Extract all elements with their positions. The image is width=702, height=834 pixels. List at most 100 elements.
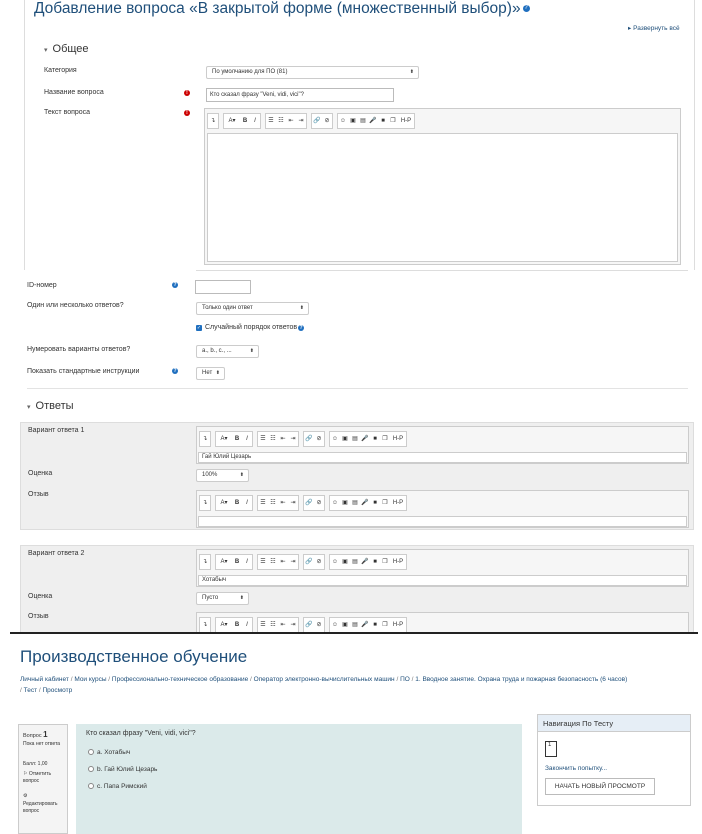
link-icon[interactable]: 🔗 xyxy=(312,114,322,128)
radio-button[interactable] xyxy=(88,766,94,773)
emoji-icon[interactable]: ☺ xyxy=(330,496,340,510)
bold-icon[interactable]: B xyxy=(232,432,242,446)
bold-icon[interactable]: B xyxy=(232,496,242,510)
unlink-icon[interactable]: ⊘ xyxy=(314,496,324,510)
bullet-list-icon[interactable]: ☰ xyxy=(258,496,268,510)
finish-attempt-link[interactable]: Закончить попытку... xyxy=(545,765,607,772)
record-audio-icon[interactable]: 🎤 xyxy=(360,618,370,632)
numbered-list-icon[interactable]: ☷ xyxy=(276,114,286,128)
question-name-input[interactable]: Кто сказал фразу "Veni, vidi, vici"? xyxy=(206,88,394,102)
flag-question[interactable]: ⚐ Отметить вопрос xyxy=(23,771,67,785)
link-icon[interactable]: 🔗 xyxy=(304,555,314,569)
expand-icon[interactable]: ↴ xyxy=(200,555,210,569)
record-video-icon[interactable]: ■ xyxy=(370,618,380,632)
bold-icon[interactable]: B xyxy=(240,114,250,128)
expand-all-link[interactable]: ▸ Развернуть всё xyxy=(628,24,680,32)
italic-icon[interactable]: I xyxy=(242,618,252,632)
breadcrumb-item[interactable]: Тест xyxy=(24,687,37,694)
font-icon[interactable]: A▾ xyxy=(216,555,232,569)
question-nav-button[interactable]: 1 xyxy=(545,741,557,757)
media-icon[interactable]: ▤ xyxy=(358,114,368,128)
font-icon[interactable]: A▾ xyxy=(216,432,232,446)
link-icon[interactable]: 🔗 xyxy=(304,496,314,510)
outdent-icon[interactable]: ⇤ xyxy=(278,496,288,510)
indent-icon[interactable]: ⇥ xyxy=(296,114,306,128)
breadcrumb-item[interactable]: Личный кабинет xyxy=(20,676,69,683)
media-icon[interactable]: ▤ xyxy=(350,555,360,569)
numbered-list-icon[interactable]: ☷ xyxy=(268,496,278,510)
manage-files-icon[interactable]: ❐ xyxy=(380,496,390,510)
unlink-icon[interactable]: ⊘ xyxy=(314,555,324,569)
image-icon[interactable]: ▣ xyxy=(348,114,358,128)
emoji-icon[interactable]: ☺ xyxy=(330,432,340,446)
breadcrumb-item[interactable]: Мои курсы xyxy=(74,676,106,683)
emoji-icon[interactable]: ☺ xyxy=(330,618,340,632)
bullet-list-icon[interactable]: ☰ xyxy=(266,114,276,128)
shuffle-checkbox[interactable]: ✓ xyxy=(196,325,202,331)
breadcrumb-item[interactable]: Просмотр xyxy=(43,687,73,694)
h5p-icon[interactable]: H-P xyxy=(390,496,406,510)
numbered-list-icon[interactable]: ☷ xyxy=(268,618,278,632)
image-icon[interactable]: ▣ xyxy=(340,496,350,510)
help-icon[interactable]: ? xyxy=(522,5,530,13)
manage-files-icon[interactable]: ❐ xyxy=(388,114,398,128)
media-icon[interactable]: ▤ xyxy=(350,432,360,446)
h5p-icon[interactable]: H-P xyxy=(390,618,406,632)
h5p-icon[interactable]: H-P xyxy=(398,114,414,128)
outdent-icon[interactable]: ⇤ xyxy=(278,618,288,632)
record-audio-icon[interactable]: 🎤 xyxy=(360,496,370,510)
expand-icon[interactable]: ↴ xyxy=(200,618,210,632)
grade-1-select[interactable]: 100% ⬍ xyxy=(196,469,249,482)
indent-icon[interactable]: ⇥ xyxy=(288,618,298,632)
start-new-preview-button[interactable]: НАЧАТЬ НОВЫЙ ПРОСМОТР xyxy=(545,778,655,795)
answer-option[interactable]: c. Папа Римский xyxy=(88,783,147,790)
edit-question-link[interactable]: Редактировать вопрос xyxy=(23,801,67,815)
link-icon[interactable]: 🔗 xyxy=(304,618,314,632)
image-icon[interactable]: ▣ xyxy=(340,555,350,569)
answer-option[interactable]: a. Хотабыч xyxy=(88,749,130,756)
h5p-icon[interactable]: H-P xyxy=(390,432,406,446)
bullet-list-icon[interactable]: ☰ xyxy=(258,432,268,446)
indent-icon[interactable]: ⇥ xyxy=(288,555,298,569)
record-audio-icon[interactable]: 🎤 xyxy=(360,555,370,569)
question-text-area[interactable] xyxy=(207,133,678,262)
unlink-icon[interactable]: ⊘ xyxy=(314,618,324,632)
unlink-icon[interactable]: ⊘ xyxy=(314,432,324,446)
image-icon[interactable]: ▣ xyxy=(340,432,350,446)
indent-icon[interactable]: ⇥ xyxy=(288,496,298,510)
italic-icon[interactable]: I xyxy=(242,555,252,569)
instructions-select[interactable]: Нет ⬍ xyxy=(196,367,225,380)
category-select[interactable]: По умолчанию для ПО (81) ⬍ xyxy=(206,66,419,79)
numbered-list-icon[interactable]: ☷ xyxy=(268,432,278,446)
manage-files-icon[interactable]: ❐ xyxy=(380,555,390,569)
section-general-header[interactable]: ▾ Общее xyxy=(44,43,89,55)
image-icon[interactable]: ▣ xyxy=(340,618,350,632)
breadcrumb-item[interactable]: Профессионально-техническое образование xyxy=(112,676,248,683)
h5p-icon[interactable]: H-P xyxy=(390,555,406,569)
expand-icon[interactable]: ↴ xyxy=(208,114,218,128)
outdent-icon[interactable]: ⇤ xyxy=(278,432,288,446)
manage-files-icon[interactable]: ❐ xyxy=(380,618,390,632)
manage-files-icon[interactable]: ❐ xyxy=(380,432,390,446)
outdent-icon[interactable]: ⇤ xyxy=(286,114,296,128)
numbered-list-icon[interactable]: ☷ xyxy=(268,555,278,569)
radio-button[interactable] xyxy=(88,749,94,756)
outdent-icon[interactable]: ⇤ xyxy=(278,555,288,569)
id-number-input[interactable] xyxy=(195,280,251,294)
expand-icon[interactable]: ↴ xyxy=(200,496,210,510)
font-icon[interactable]: A▾ xyxy=(224,114,240,128)
bold-icon[interactable]: B xyxy=(232,555,242,569)
feedback-1-input[interactable] xyxy=(198,516,687,527)
grade-2-select[interactable]: Пусто ⬍ xyxy=(196,592,249,605)
record-video-icon[interactable]: ■ xyxy=(378,114,388,128)
bold-icon[interactable]: B xyxy=(232,618,242,632)
media-icon[interactable]: ▤ xyxy=(350,618,360,632)
answer-1-input[interactable]: Гай Юлий Цезарь xyxy=(198,452,687,463)
record-audio-icon[interactable]: 🎤 xyxy=(368,114,378,128)
unlink-icon[interactable]: ⊘ xyxy=(322,114,332,128)
radio-button[interactable] xyxy=(88,783,94,790)
single-multi-select[interactable]: Только один ответ ⬍ xyxy=(196,302,309,315)
breadcrumb-item[interactable]: Оператор электронно-вычислительных машин xyxy=(254,676,395,683)
emoji-icon[interactable]: ☺ xyxy=(338,114,348,128)
media-icon[interactable]: ▤ xyxy=(350,496,360,510)
